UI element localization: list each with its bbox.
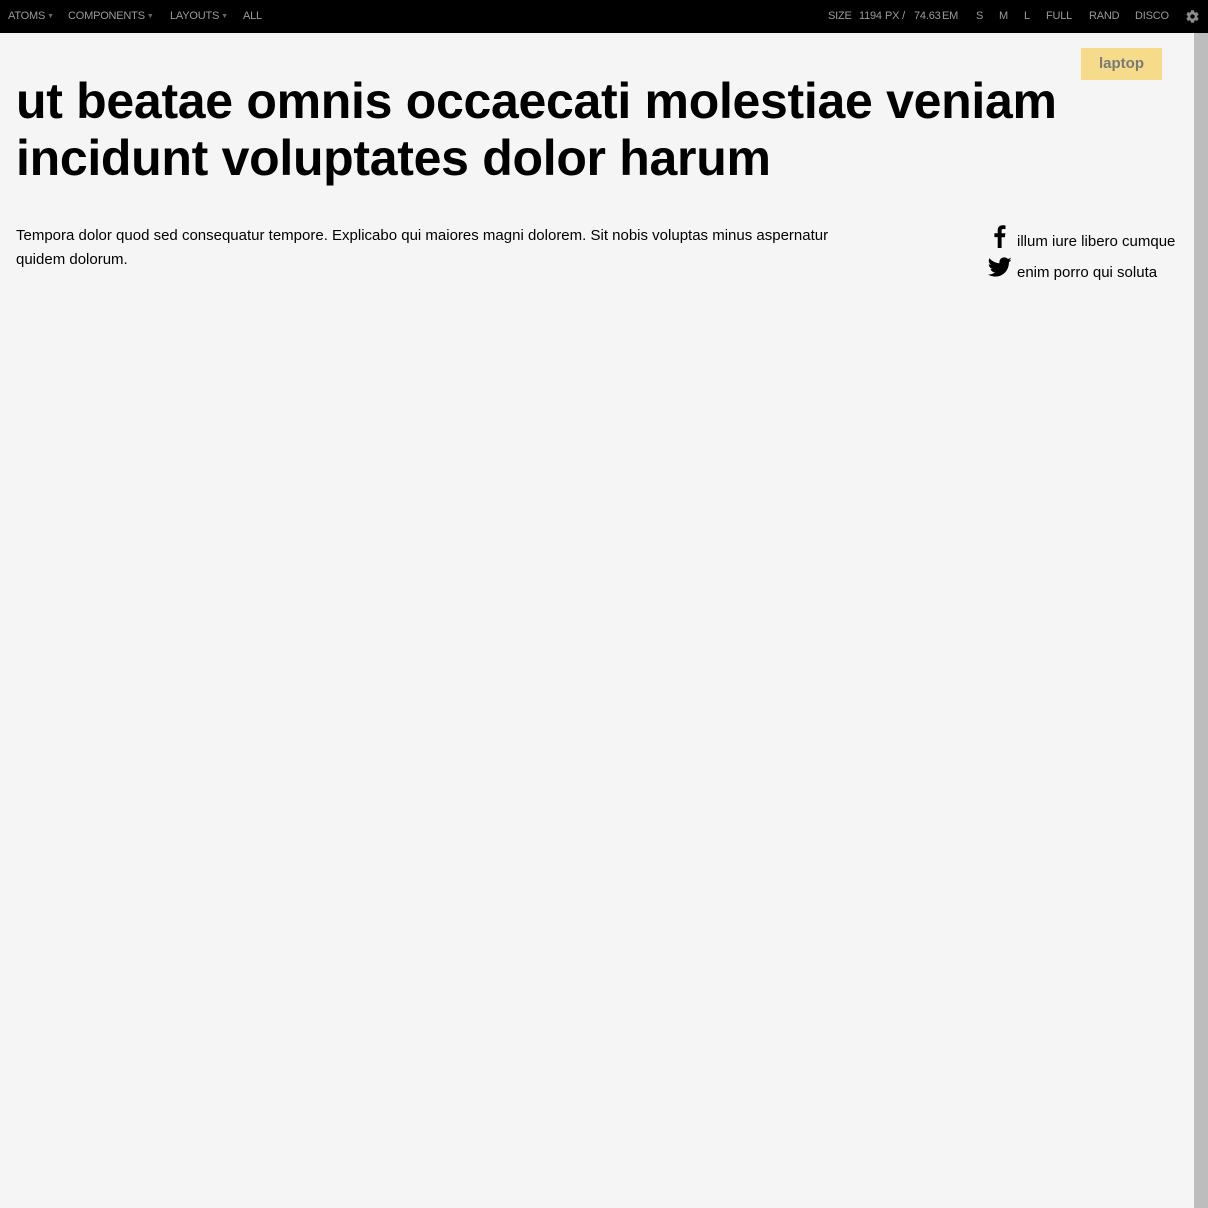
share-link-twitter[interactable]: enim porro qui soluta xyxy=(988,252,1188,283)
share-links: illum iure libero cumque enim porro qui … xyxy=(988,221,1188,283)
twitter-icon xyxy=(988,257,1012,277)
size-preset-full[interactable]: FULL xyxy=(1046,0,1072,33)
page-headline: ut beatae omnis occaecati molestiae veni… xyxy=(16,73,1057,186)
share-label-facebook: illum iure libero cumque xyxy=(1017,233,1176,250)
pattern-viewport: laptop ut beatae omnis occaecati molesti… xyxy=(0,33,1194,1208)
caret-down-icon: ▼ xyxy=(221,13,228,20)
nav-all[interactable]: ALL xyxy=(243,0,262,33)
nav-all-label: ALL xyxy=(243,10,262,22)
intro-paragraph: Tempora dolor quod sed consequatur tempo… xyxy=(16,227,829,268)
caret-down-icon: ▼ xyxy=(146,13,154,20)
size-preset-small[interactable]: S xyxy=(976,0,983,33)
share-label-twitter: enim porro qui soluta xyxy=(1017,264,1158,281)
nav-atoms[interactable]: ATOMS ▼ xyxy=(8,0,54,33)
size-px-value[interactable]: 1194 xyxy=(859,0,882,33)
size-em-value[interactable]: 74.63 xyxy=(914,0,941,33)
size-label: SIZE xyxy=(828,10,852,22)
nav-atoms-label: ATOMS xyxy=(8,10,46,22)
size-px-unit: PX / xyxy=(885,10,905,22)
viewport-resize-handle[interactable] xyxy=(1194,33,1208,1208)
facebook-icon xyxy=(994,225,1006,248)
caret-down-icon: ▼ xyxy=(47,13,54,20)
size-em-unit: EM xyxy=(942,10,959,22)
nav-components[interactable]: COMPONENTS ▼ xyxy=(68,0,154,33)
nav-layouts[interactable]: LAYOUTS ▼ xyxy=(170,0,228,33)
gear-icon[interactable] xyxy=(1185,9,1200,24)
size-preset-random[interactable]: RAND xyxy=(1089,0,1120,33)
size-preset-medium[interactable]: M xyxy=(999,0,1008,33)
share-link-facebook[interactable]: illum iure libero cumque xyxy=(988,221,1188,252)
size-preset-disco[interactable]: DISCO xyxy=(1135,0,1169,33)
nav-components-label: COMPONENTS xyxy=(68,10,145,22)
size-preset-large[interactable]: L xyxy=(1024,0,1030,33)
nav-layouts-label: LAYOUTS xyxy=(170,10,220,22)
pattern-lab-toolbar: ATOMS ▼ COMPONENTS ▼ LAYOUTS ▼ ALL SIZE 119… xyxy=(0,0,1208,33)
